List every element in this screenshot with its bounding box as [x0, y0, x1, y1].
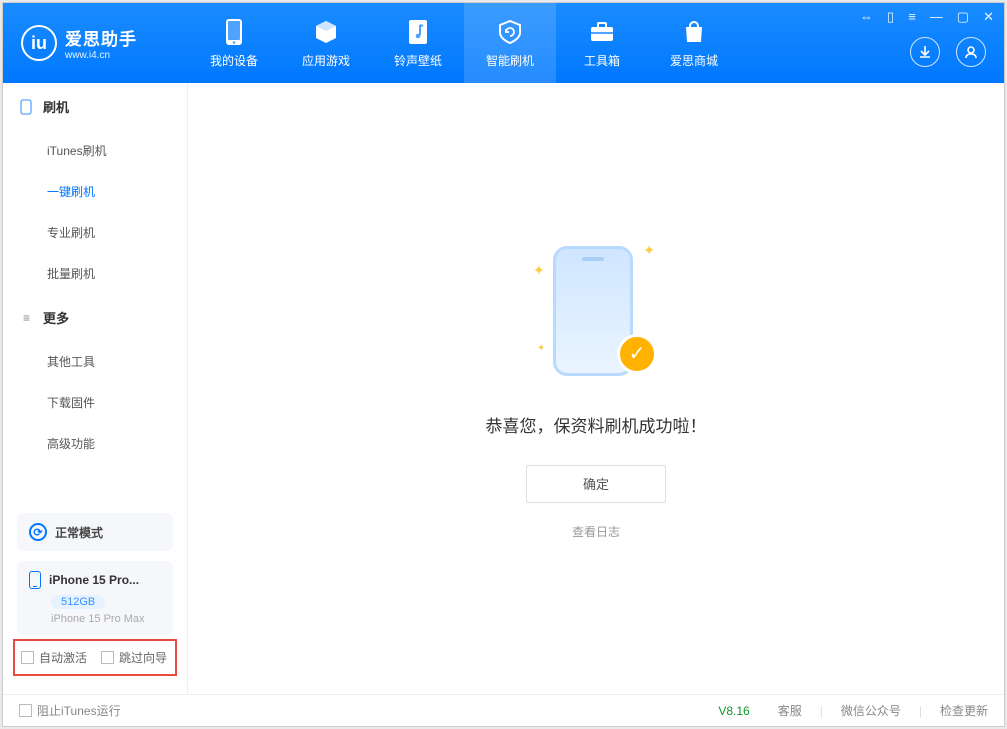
checkbox-auto-activate[interactable]: 自动激活 — [21, 649, 87, 666]
phone-outline-icon — [19, 100, 33, 114]
logo-text: 爱思助手 www.i4.cn — [65, 25, 137, 61]
device-phone-icon — [29, 571, 41, 589]
footer-link-update[interactable]: 检查更新 — [940, 702, 988, 719]
nav-label: 铃声壁纸 — [394, 52, 442, 69]
nav-ringtones[interactable]: 铃声壁纸 — [372, 3, 464, 83]
nav-apps[interactable]: 应用游戏 — [280, 3, 372, 83]
status-card[interactable]: ⟳ 正常模式 — [17, 513, 173, 551]
sidebar-group-more: ≡ 更多 其他工具 下载固件 高级功能 — [3, 294, 187, 464]
window-controls: ⇔ ▯ ≡ — ▢ ✕ — [860, 9, 994, 25]
toolbox-icon — [588, 18, 616, 46]
status-icon: ⟳ — [29, 523, 47, 541]
footer-bar: 阻止iTunes运行 V8.16 客服 | 微信公众号 | 检查更新 — [3, 694, 1004, 726]
checkbox-icon — [21, 651, 34, 664]
main-panel: ✦ ✦ ✦ ✓ 恭喜您，保资料刷机成功啦！ 确定 查看日志 — [188, 83, 1004, 694]
sparkle-icon: ✦ — [533, 262, 545, 279]
success-check-icon: ✓ — [617, 334, 657, 374]
sidebar-item-batch-flash[interactable]: 批量刷机 — [3, 253, 187, 294]
nav-flash[interactable]: 智能刷机 — [464, 3, 556, 83]
sidebar-header-flash[interactable]: 刷机 — [3, 83, 187, 130]
version-label: V8.16 — [718, 704, 749, 718]
sidebar-item-pro-flash[interactable]: 专业刷机 — [3, 212, 187, 253]
maximize-icon[interactable]: ▢ — [957, 9, 969, 25]
checkbox-icon — [101, 651, 114, 664]
bag-icon — [680, 18, 708, 46]
sidebar-bottom: ⟳ 正常模式 iPhone 15 Pro... 512GB iPhone 15 … — [3, 503, 187, 694]
more-icon: ≡ — [19, 311, 33, 325]
separator: | — [820, 704, 823, 718]
sidebar-header-label: 更多 — [43, 308, 69, 327]
cube-icon — [312, 18, 340, 46]
sidebar-item-oneclick-flash[interactable]: 一键刷机 — [3, 171, 187, 212]
footer-link-support[interactable]: 客服 — [778, 702, 802, 719]
success-message: 恭喜您，保资料刷机成功啦！ — [486, 412, 707, 437]
download-button[interactable] — [910, 37, 940, 67]
menu-icon[interactable]: ≡ — [908, 9, 916, 25]
sidebar-group-flash: 刷机 iTunes刷机 一键刷机 专业刷机 批量刷机 — [3, 83, 187, 294]
body: 刷机 iTunes刷机 一键刷机 专业刷机 批量刷机 ≡ 更多 其他工具 下载固… — [3, 83, 1004, 694]
account-button[interactable] — [956, 37, 986, 67]
logo-area: iu 爱思助手 www.i4.cn — [3, 3, 188, 83]
nav-label: 爱思商城 — [670, 52, 718, 69]
checkbox-icon — [19, 704, 32, 717]
flash-options-row: 自动激活 跳过向导 — [13, 639, 177, 676]
device-name: iPhone 15 Pro... — [49, 573, 139, 587]
device-model: iPhone 15 Pro Max — [51, 613, 161, 625]
header-actions — [910, 37, 986, 67]
checkbox-skip-guide[interactable]: 跳过向导 — [101, 649, 167, 666]
device-icon — [220, 18, 248, 46]
music-icon — [404, 18, 432, 46]
footer-left: 阻止iTunes运行 — [19, 702, 121, 719]
minimize-icon[interactable]: — — [930, 9, 943, 25]
header-bar: iu 爱思助手 www.i4.cn 我的设备 应用游戏 铃声壁纸 智能刷机 — [3, 3, 1004, 83]
sidebar-header-more[interactable]: ≡ 更多 — [3, 294, 187, 341]
top-nav: 我的设备 应用游戏 铃声壁纸 智能刷机 工具箱 爱思商城 — [188, 3, 740, 83]
footer-right: V8.16 客服 | 微信公众号 | 检查更新 — [718, 702, 988, 719]
view-log-link[interactable]: 查看日志 — [572, 523, 620, 540]
sidebar-item-advanced[interactable]: 高级功能 — [3, 423, 187, 464]
app-url: www.i4.cn — [65, 50, 137, 61]
status-label: 正常模式 — [55, 524, 103, 541]
link-icon[interactable]: ⇔ — [860, 9, 873, 25]
sidebar-item-download-firmware[interactable]: 下载固件 — [3, 382, 187, 423]
capacity-badge: 512GB — [51, 595, 105, 609]
nav-label: 应用游戏 — [302, 52, 350, 69]
sidebar: 刷机 iTunes刷机 一键刷机 专业刷机 批量刷机 ≡ 更多 其他工具 下载固… — [3, 83, 188, 694]
success-illustration: ✦ ✦ ✦ ✓ — [531, 238, 661, 388]
app-title: 爱思助手 — [65, 25, 137, 50]
checkbox-label: 自动激活 — [39, 649, 87, 666]
checkbox-label: 跳过向导 — [119, 649, 167, 666]
sparkle-icon: ✦ — [537, 343, 545, 354]
sidebar-scroll: 刷机 iTunes刷机 一键刷机 专业刷机 批量刷机 ≡ 更多 其他工具 下载固… — [3, 83, 187, 503]
nav-store[interactable]: 爱思商城 — [648, 3, 740, 83]
nav-toolbox[interactable]: 工具箱 — [556, 3, 648, 83]
nav-my-device[interactable]: 我的设备 — [188, 3, 280, 83]
device-card[interactable]: iPhone 15 Pro... 512GB iPhone 15 Pro Max — [17, 561, 173, 635]
sparkle-icon: ✦ — [643, 242, 655, 259]
sidebar-header-label: 刷机 — [43, 97, 69, 116]
confirm-button[interactable]: 确定 — [526, 465, 666, 503]
sidebar-item-other-tools[interactable]: 其他工具 — [3, 341, 187, 382]
app-window: iu 爱思助手 www.i4.cn 我的设备 应用游戏 铃声壁纸 智能刷机 — [2, 2, 1005, 727]
checkbox-block-itunes[interactable]: 阻止iTunes运行 — [19, 702, 121, 719]
footer-link-wechat[interactable]: 微信公众号 — [841, 702, 901, 719]
nav-label: 智能刷机 — [486, 52, 534, 69]
sidebar-item-itunes-flash[interactable]: iTunes刷机 — [3, 130, 187, 171]
close-icon[interactable]: ✕ — [983, 9, 994, 25]
separator: | — [919, 704, 922, 718]
logo-icon: iu — [21, 25, 57, 61]
checkbox-label: 阻止iTunes运行 — [37, 702, 121, 719]
nav-label: 我的设备 — [210, 52, 258, 69]
refresh-shield-icon — [496, 18, 524, 46]
nav-label: 工具箱 — [584, 52, 620, 69]
phone-icon[interactable]: ▯ — [887, 9, 894, 25]
